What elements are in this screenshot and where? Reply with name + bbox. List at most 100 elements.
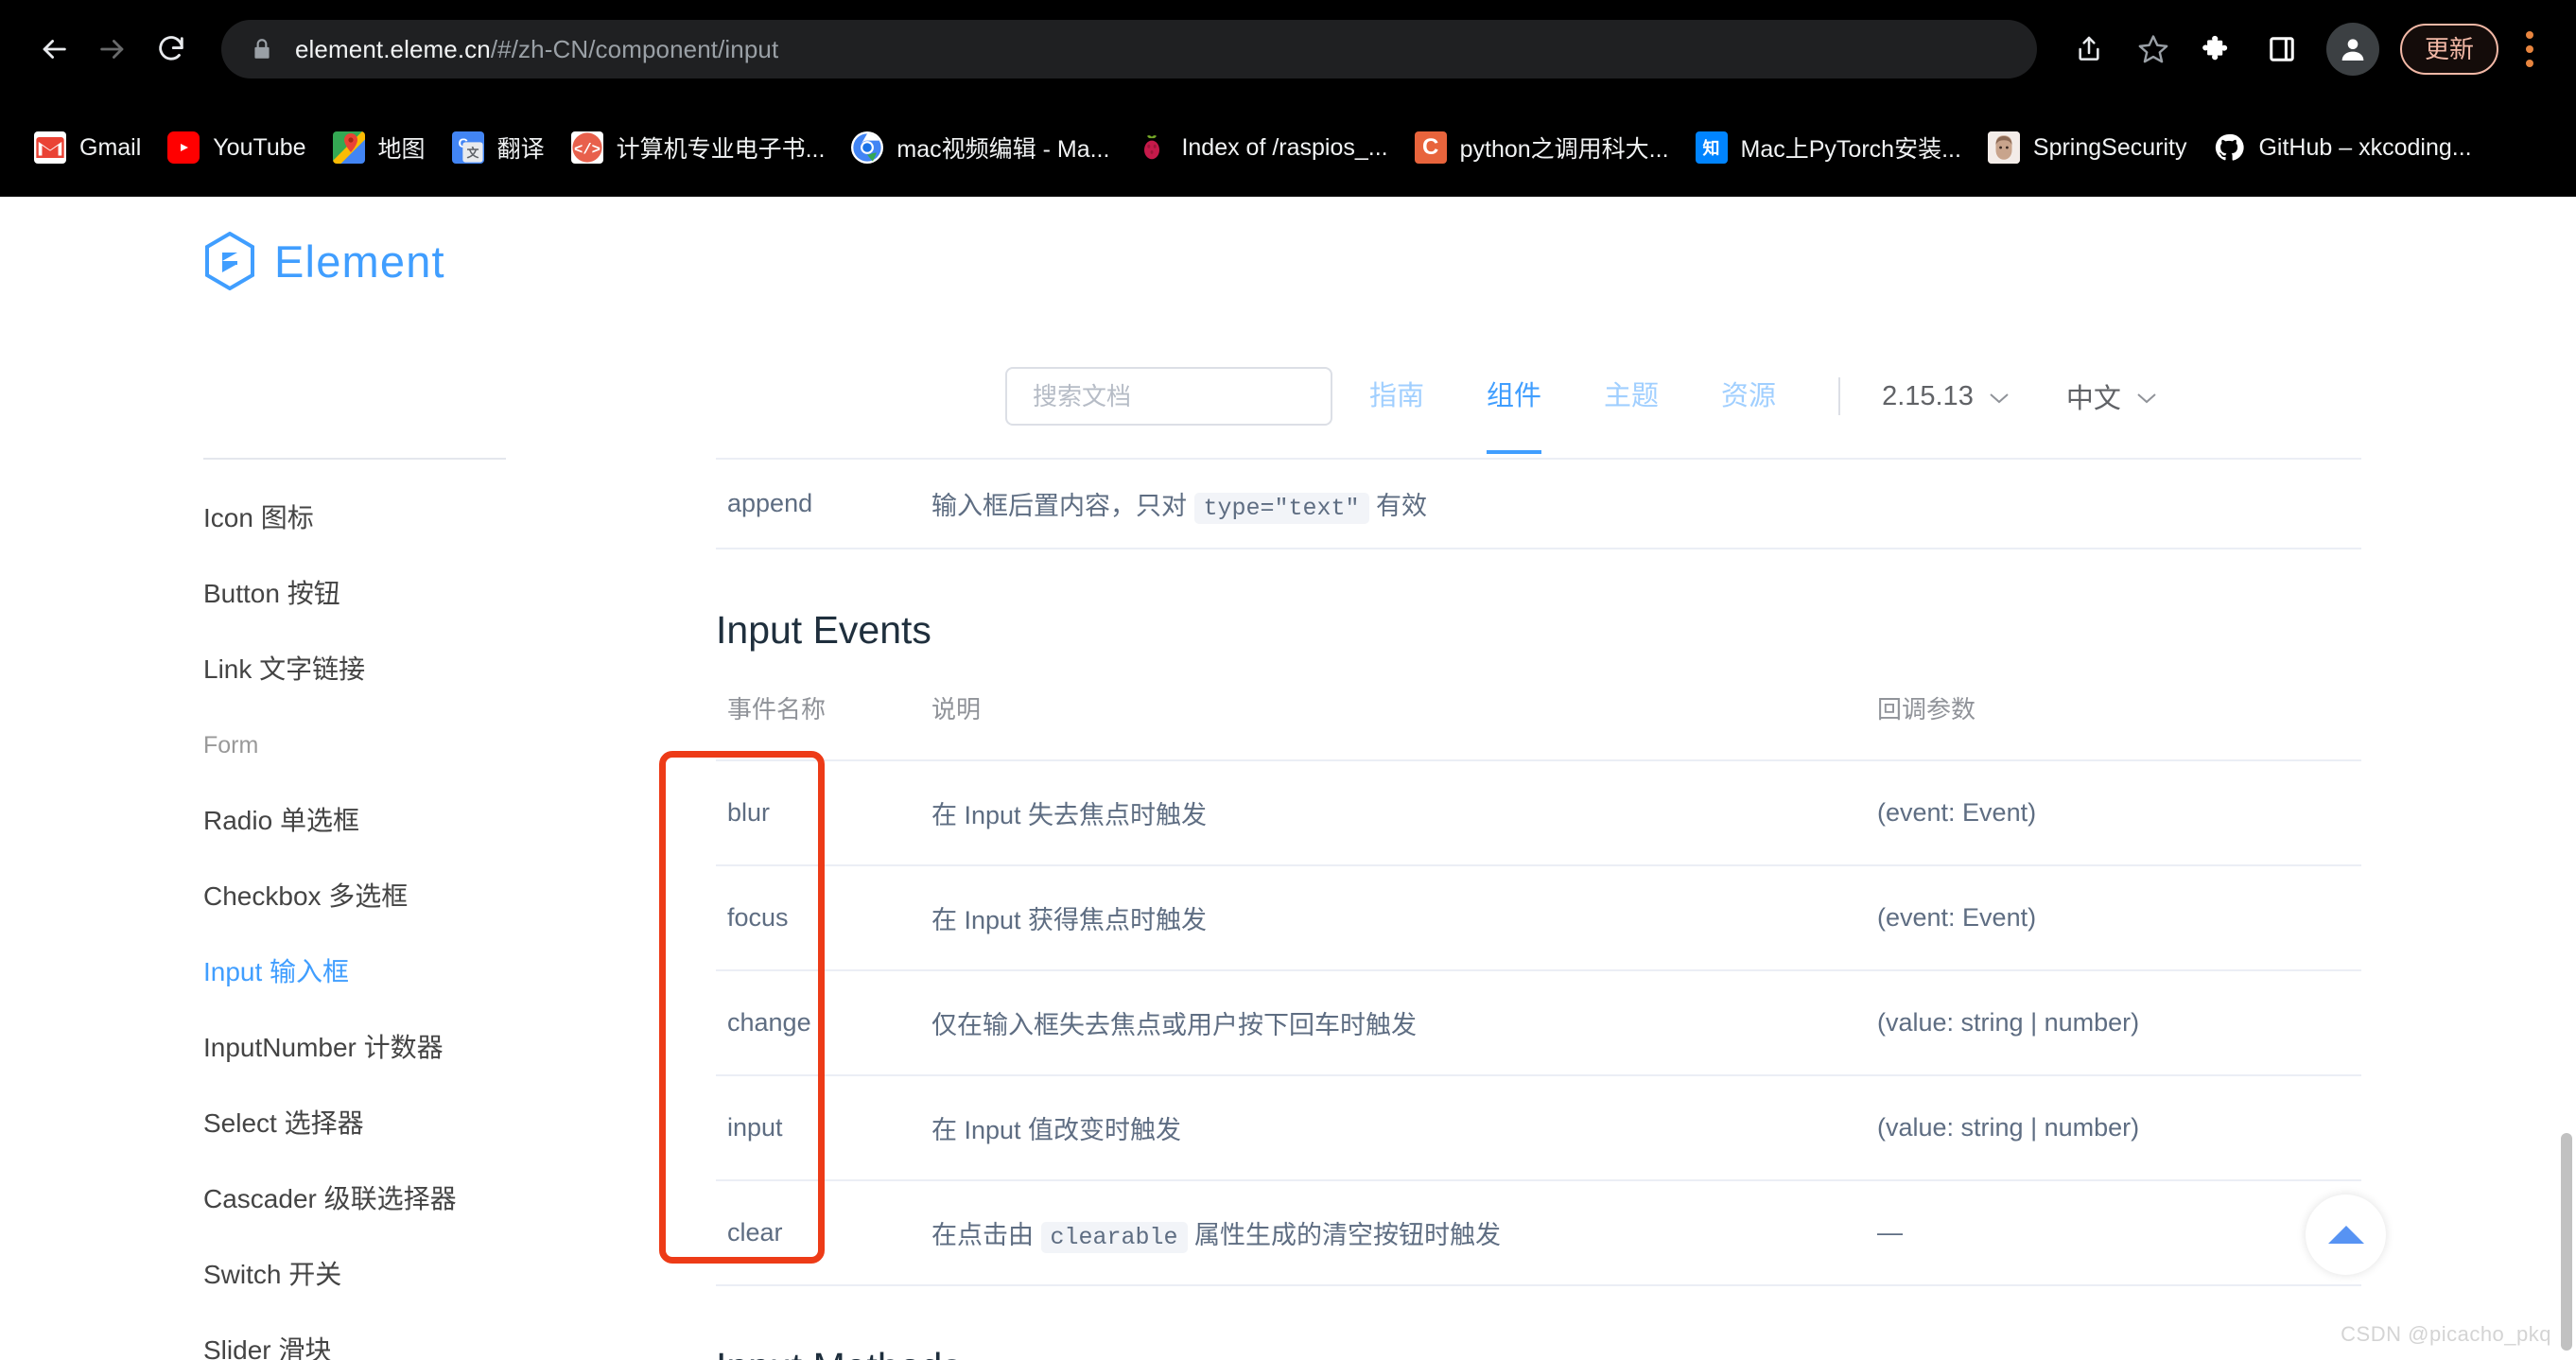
reload-icon[interactable] — [142, 20, 200, 78]
bookmark-youtube[interactable]: YouTube — [154, 117, 319, 178]
event-description: 在 Input 值改变时触发 — [931, 1075, 1877, 1181]
star-icon[interactable] — [2124, 20, 2183, 78]
element-logo[interactable]: Element — [203, 231, 445, 291]
event-callback: (event: Event) — [1877, 865, 2361, 971]
bookmark-label: Mac上PyTorch安装... — [1740, 136, 1961, 163]
bookmark-python-kedaxunfei[interactable]: C python之调用科大... — [1401, 117, 1682, 178]
chevron-down-icon — [1989, 381, 2010, 412]
event-callback: (value: string | number) — [1877, 970, 2361, 1076]
forward-arrow-icon[interactable] — [83, 20, 142, 78]
event-callback: (event: Event) — [1877, 760, 2361, 866]
csdn-watermark: CSDN @picacho_pkq — [2341, 1322, 2551, 1346]
table-row: blur 在 Input 失去焦点时触发 (event: Event) — [716, 760, 2361, 866]
nav-item-guide[interactable]: 指南 — [1369, 367, 1424, 426]
back-arrow-icon[interactable] — [25, 20, 83, 78]
bookmark-github[interactable]: GitHub – xkcoding... — [2200, 117, 2484, 178]
sidebar-item-slider[interactable]: Slider 滑块 — [203, 1313, 563, 1360]
bookmark-gmail[interactable]: Gmail — [21, 117, 154, 178]
input-events-heading: Input Events — [716, 608, 931, 652]
bookmark-maps[interactable]: 地图 — [320, 117, 439, 178]
side-panel-icon[interactable] — [2253, 20, 2311, 78]
sidebar-item-inputnumber[interactable]: InputNumber 计数器 — [203, 1010, 563, 1086]
puzzle-piece-icon[interactable] — [2188, 20, 2247, 78]
column-header-description: 说明 — [931, 656, 1877, 761]
sidebar-item-button[interactable]: Button 按钮 — [203, 556, 563, 632]
version-selector[interactable]: 2.15.13 — [1882, 367, 2010, 426]
language-selector[interactable]: 中文 — [2066, 367, 2157, 426]
bookmark-label: 计算机专业电子书... — [616, 136, 826, 163]
event-name: focus — [716, 865, 931, 971]
sidebar-item-switch[interactable]: Switch 开关 — [203, 1237, 563, 1313]
bookmark-raspios[interactable]: Index of /raspios_... — [1123, 117, 1401, 178]
sidebar-top-divider — [203, 458, 506, 460]
youtube-icon — [167, 131, 200, 164]
bookmark-label: 地图 — [377, 136, 426, 163]
bookmark-mac-video[interactable]: mac视频编辑 - Ma... — [838, 117, 1123, 178]
bookmark-label: 翻译 — [496, 136, 545, 163]
event-name: change — [716, 970, 931, 1076]
address-bar[interactable]: element.eleme.cn/#/zh-CN/component/input — [221, 20, 2037, 78]
sidebar-item-link[interactable]: Link 文字链接 — [203, 632, 563, 707]
table-header-row: 事件名称 说明 回调参数 — [716, 656, 2361, 761]
column-header-callback: 回调参数 — [1877, 656, 2361, 761]
google-translate-icon: G文 — [451, 131, 484, 164]
sidebar-item-icon[interactable]: Icon 图标 — [203, 480, 563, 556]
sidebar-item-radio[interactable]: Radio 单选框 — [203, 783, 563, 859]
column-header-event-name: 事件名称 — [716, 656, 931, 761]
event-description: 在点击由 clearable 属性生成的清空按钮时触发 — [931, 1180, 1877, 1286]
language-value: 中文 — [2065, 384, 2121, 414]
bookmark-label: Index of /raspios_... — [1181, 133, 1388, 161]
sidebar-item-cascader[interactable]: Cascader 级联选择器 — [203, 1161, 563, 1237]
update-button[interactable]: 更新 — [2399, 24, 2498, 75]
person-avatar-icon[interactable] — [2325, 23, 2379, 76]
back-to-top-button[interactable] — [2306, 1194, 2386, 1275]
version-value: 2.15.13 — [1882, 380, 1974, 411]
sidebar-group-form: Form — [203, 732, 259, 758]
url-text: element.eleme.cn/#/zh-CN/component/input — [295, 35, 778, 64]
bookmarks-bar: Gmail YouTube 地图 G文 翻译 </> 计算机专业电子书... — [0, 98, 2576, 197]
browser-toolbar: element.eleme.cn/#/zh-CN/component/input… — [0, 0, 2576, 98]
bookmark-label: SpringSecurity — [2032, 133, 2187, 161]
input-methods-heading: Input Methods — [716, 1345, 2361, 1360]
nav-item-theme[interactable]: 主题 — [1604, 367, 1659, 426]
event-name: clear — [716, 1180, 931, 1286]
attribute-description: 输入框后置内容，只对 type="text" 有效 — [931, 485, 1877, 524]
bookmark-ebooks[interactable]: </> 计算机专业电子书... — [558, 117, 839, 178]
event-description: 仅在输入框失去焦点或用户按下回车时触发 — [931, 970, 1877, 1076]
table-row-append: append 输入框后置内容，只对 type="text" 有效 — [716, 460, 2361, 548]
table-row: clear 在点击由 clearable 属性生成的清空按钮时触发 — — [716, 1180, 2361, 1286]
inline-code: clearable — [1040, 1222, 1188, 1253]
bookmark-springsecurity[interactable]: SpringSecurity — [1975, 117, 2201, 178]
event-callback: (value: string | number) — [1877, 1075, 2361, 1181]
element-logo-text: Element — [274, 235, 445, 287]
element-docs-page: Element 指南 组件 主题 资源 2.15.13 中文 — [0, 197, 2576, 1360]
bookmark-label: Gmail — [79, 133, 142, 161]
bookmark-label: python之调用科大... — [1459, 136, 1669, 163]
code-brackets-icon: </> — [570, 131, 603, 164]
page-scrollbar[interactable] — [2561, 1133, 2572, 1351]
nav-item-components[interactable]: 组件 — [1487, 367, 1541, 426]
bookmark-label: YouTube — [213, 133, 306, 161]
docs-search-box[interactable] — [1005, 367, 1332, 426]
url-host: element.eleme.cn — [295, 34, 491, 63]
bookmark-translate[interactable]: G文 翻译 — [439, 117, 558, 178]
sidebar-item-input[interactable]: Input 输入框 — [203, 934, 563, 1010]
three-dot-menu-icon[interactable] — [2508, 20, 2551, 78]
sidebar-item-checkbox[interactable]: Checkbox 多选框 — [203, 859, 563, 934]
desc-text-after: 有效 — [1368, 492, 1428, 520]
element-hexagon-logo-icon — [203, 231, 256, 291]
search-input[interactable] — [1033, 381, 1305, 411]
nav-item-resource[interactable]: 资源 — [1721, 367, 1776, 426]
main-nav: 指南 组件 主题 资源 2.15.13 中文 — [1369, 367, 2214, 426]
event-description: 在 Input 失去焦点时触发 — [931, 760, 1877, 866]
input-events-table: 事件名称 说明 回调参数 blur 在 Input 失去焦点时触发 (event… — [716, 656, 2361, 1286]
bookmark-pytorch[interactable]: 知 Mac上PyTorch安装... — [1682, 117, 1975, 178]
inline-code: type="text" — [1193, 493, 1369, 524]
table-row: input 在 Input 值改变时触发 (value: string | nu… — [716, 1075, 2361, 1181]
svg-text:文: 文 — [466, 146, 479, 160]
share-icon[interactable] — [2060, 20, 2118, 78]
lock-icon — [250, 35, 274, 63]
github-icon — [2213, 131, 2246, 164]
desc-text-before: 输入框后置内容，只对 — [931, 492, 1194, 520]
sidebar-item-select[interactable]: Select 选择器 — [203, 1086, 563, 1161]
